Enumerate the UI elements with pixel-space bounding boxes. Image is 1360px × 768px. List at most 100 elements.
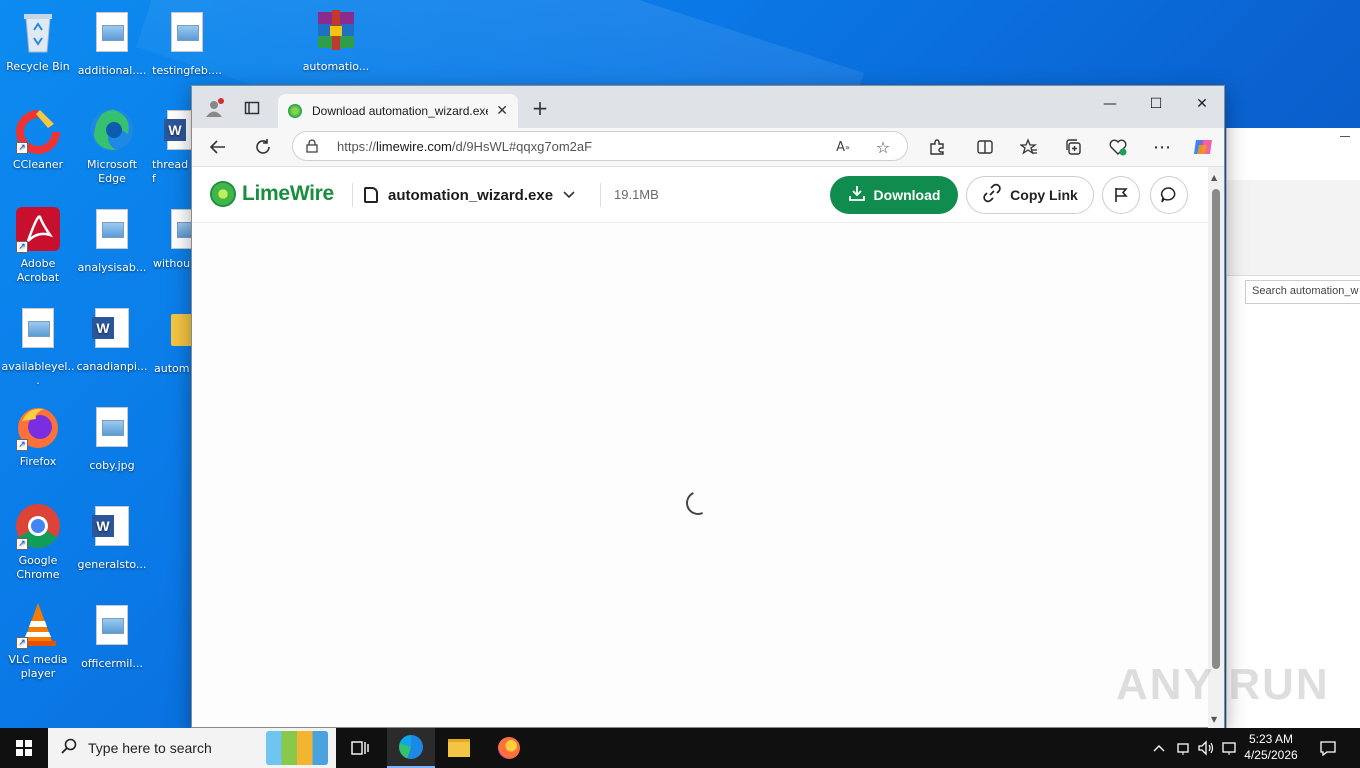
desktop-icon-recycle-bin[interactable]: Recycle Bin [0, 8, 76, 74]
collections-icon[interactable] [1059, 133, 1087, 161]
image-file-icon [88, 407, 136, 455]
explorer-search-input[interactable]: Search automation_w [1245, 280, 1360, 304]
taskbar-clock[interactable]: 5:23 AM 4/25/2026 [1238, 731, 1304, 763]
desktop-icon-availableyel[interactable]: availableyel... [0, 304, 76, 388]
adobe-acrobat-icon: ↗ [14, 205, 62, 253]
refresh-icon[interactable] [249, 133, 277, 161]
show-hidden-icons-chevron-icon[interactable] [1150, 728, 1168, 768]
copy-link-button[interactable]: Copy Link [966, 176, 1094, 214]
start-button[interactable] [0, 728, 48, 768]
close-icon[interactable]: ✕ [1179, 86, 1225, 122]
desktop-icon-officermil[interactable]: officermil... [74, 601, 150, 671]
report-flag-button[interactable] [1102, 176, 1140, 214]
desktop-icon-label: coby.jpg [89, 459, 135, 472]
header-divider [352, 183, 353, 207]
clock-time: 5:23 AM [1248, 732, 1294, 746]
edge-browser-window[interactable]: Download automation_wizard.exe ✕ + — ☐ ✕… [191, 85, 1225, 728]
volume-icon[interactable] [1196, 728, 1216, 768]
desktop-icon-label: testingfeb.... [152, 64, 222, 77]
winrar-archive-icon [312, 8, 360, 56]
minimize-icon[interactable]: — [1087, 86, 1133, 122]
minimize-icon[interactable] [1340, 136, 1350, 137]
background-explorer-window[interactable]: Search automation_w [1226, 128, 1360, 728]
favorites-icon[interactable] [1015, 133, 1043, 161]
web-page-content: LimeWire automation_wizard.exe 19.1MB Do… [192, 166, 1224, 728]
browser-essentials-icon[interactable] [1104, 133, 1132, 161]
firefox-icon: ↗ [14, 403, 62, 451]
download-button[interactable]: Download [830, 176, 958, 214]
task-view-icon[interactable] [336, 728, 384, 768]
scrollbar-thumb[interactable] [1212, 189, 1220, 669]
desktop-icon-ccleaner[interactable]: ↗ CCleaner [0, 106, 76, 172]
desktop-icon-label: availableyel... [1, 360, 75, 387]
header-divider [600, 183, 601, 207]
file-size: 19.1MB [614, 187, 659, 202]
desktop-icon-microsoft-edge[interactable]: Microsoft Edge [74, 106, 150, 186]
desktop-icon-google-chrome[interactable]: ↗ Google Chrome [0, 502, 76, 582]
folder-icon [149, 314, 191, 362]
extensions-icon[interactable] [923, 133, 951, 161]
desktop-icon-label: Firefox [19, 455, 57, 468]
image-file-icon [88, 209, 136, 257]
shortcut-arrow-icon: ↗ [16, 241, 28, 253]
tab-close-icon[interactable]: ✕ [496, 103, 508, 119]
desktop-icon-automation-archive[interactable]: automatio... [298, 8, 374, 74]
desktop-icon-firefox[interactable]: ↗ Firefox [0, 403, 76, 469]
network-device-icon[interactable] [1174, 728, 1192, 768]
ccleaner-icon: ↗ [14, 106, 62, 154]
chevron-down-icon[interactable] [563, 189, 575, 202]
desktop-icon-label: CCleaner [12, 158, 64, 171]
desktop-icon-coby[interactable]: coby.jpg [74, 403, 150, 473]
notifications-icon[interactable] [1316, 728, 1340, 768]
lock-icon[interactable] [305, 139, 319, 153]
taskbar-firefox-icon[interactable] [485, 728, 533, 768]
desktop-icon-vlc[interactable]: ↗ VLC media player [0, 601, 76, 681]
profile-avatar-icon[interactable] [200, 94, 228, 122]
file-name: automation_wizard.exe [388, 186, 554, 204]
address-bar[interactable]: https://limewire.com/d/9HsWL#qqxg7om2aF … [292, 131, 908, 161]
desktop-icon-analysisab[interactable]: analysisab... [74, 205, 150, 275]
address-url[interactable]: https://limewire.com/d/9HsWL#qqxg7om2aF [337, 139, 592, 154]
comments-button[interactable] [1150, 176, 1188, 214]
desktop-icon-autom-folder[interactable]: autom [149, 304, 191, 376]
tab-actions-icon[interactable] [238, 94, 266, 122]
network-icon[interactable] [1220, 728, 1240, 768]
tab-active[interactable]: Download automation_wizard.exe ✕ [278, 94, 518, 128]
shortcut-arrow-icon: ↗ [16, 538, 28, 550]
desktop-icon-withou[interactable]: withou [149, 205, 191, 271]
shortcut-arrow-icon: ↗ [16, 439, 28, 451]
maximize-icon[interactable]: ☐ [1133, 86, 1179, 122]
split-screen-icon[interactable] [971, 133, 999, 161]
scroll-down-icon[interactable]: ▼ [1211, 715, 1217, 724]
desktop-icon-label: autom [154, 362, 190, 375]
page-scrollbar[interactable]: ▲ ▼ [1208, 167, 1224, 728]
file-explorer-icon[interactable] [435, 728, 483, 768]
search-icon [60, 737, 78, 759]
back-icon[interactable] [204, 133, 232, 161]
desktop-icon-label: generalsto... [77, 558, 147, 571]
taskbar: Type here to search 5:23 AM 4/25/2026 [0, 728, 1360, 768]
favorite-star-icon[interactable]: ☆ [873, 137, 893, 157]
new-tab-icon[interactable]: + [526, 94, 554, 122]
desktop-icon-label: withou [153, 257, 191, 270]
limewire-logo[interactable]: LimeWire [210, 181, 334, 207]
desktop-icon-testingfeb[interactable]: testingfeb.... [149, 8, 225, 78]
taskbar-edge-icon[interactable] [387, 728, 435, 768]
desktop-icon-generalsto[interactable]: W generalsto... [74, 502, 150, 572]
desktop-icon-threadf[interactable]: W threadf [149, 106, 191, 186]
shortcut-arrow-icon: ↗ [16, 637, 28, 649]
search-highlight-image[interactable] [266, 731, 328, 765]
copilot-icon[interactable] [1189, 133, 1217, 161]
scroll-up-icon[interactable]: ▲ [1211, 173, 1217, 182]
image-file-icon [163, 12, 211, 60]
link-icon [982, 183, 1002, 208]
taskbar-search-box[interactable]: Type here to search [48, 728, 336, 768]
recycle-bin-icon [14, 8, 62, 56]
desktop-icon-adobe-acrobat[interactable]: ↗ Adobe Acrobat [0, 205, 76, 285]
desktop-icon-canadianpi[interactable]: W canadianpi... [74, 304, 150, 374]
file-selector[interactable]: automation_wizard.exe [364, 183, 575, 207]
desktop-icon-additional[interactable]: additional.... [74, 8, 150, 78]
ribbon-area [1227, 180, 1360, 276]
more-options-icon[interactable]: ⋯ [1148, 133, 1176, 161]
read-aloud-icon[interactable]: A» [833, 137, 853, 157]
